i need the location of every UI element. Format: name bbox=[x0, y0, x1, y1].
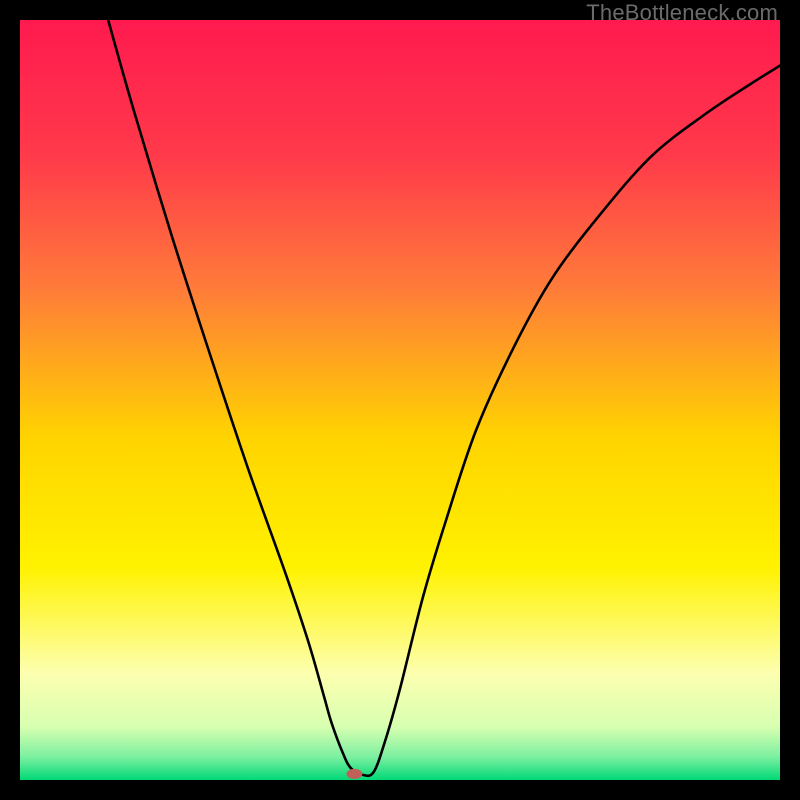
bottleneck-chart bbox=[20, 20, 780, 780]
plot-frame bbox=[20, 20, 780, 780]
minimum-marker bbox=[346, 769, 362, 779]
gradient-background bbox=[20, 20, 780, 780]
